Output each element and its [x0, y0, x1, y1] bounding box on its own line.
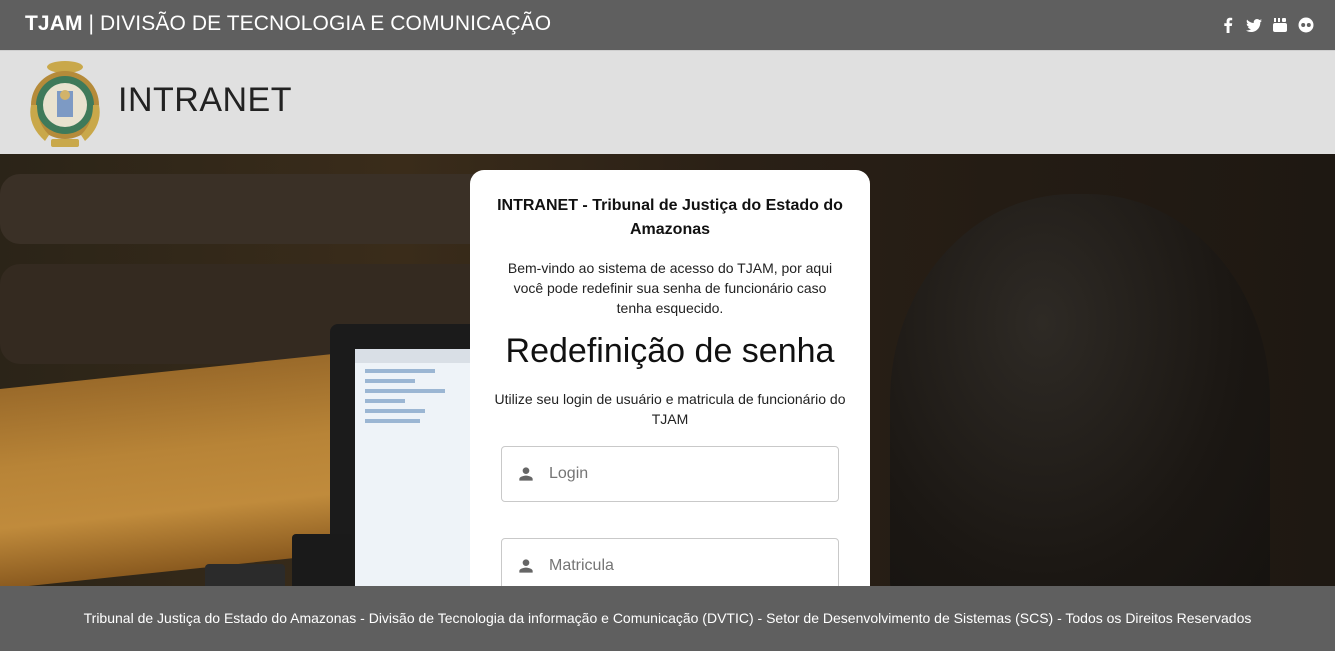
facebook-icon[interactable]: [1219, 16, 1237, 34]
footer-text: Tribunal de Justiça do Estado do Amazona…: [83, 610, 1252, 626]
footer: Tribunal de Justiça do Estado do Amazona…: [0, 586, 1335, 651]
photo-laptop-screen: [355, 349, 475, 586]
card-intro-text: Bem-vindo ao sistema de acesso do TJAM, …: [507, 260, 833, 316]
login-field[interactable]: [501, 446, 839, 502]
matricula-input[interactable]: [549, 557, 819, 575]
user-icon: [516, 464, 536, 484]
brand-acronym: TJAM: [25, 12, 83, 35]
top-bar: TJAM | DIVISÃO DE TECNOLOGIA E COMUNICAÇ…: [0, 0, 1335, 50]
form-heading: Redefinição de senha: [505, 332, 835, 370]
social-links: [1219, 16, 1315, 34]
card-title: INTRANET - Tribunal de Justiça do Estado…: [497, 197, 843, 238]
twitter-icon[interactable]: [1245, 16, 1263, 34]
header-band: INTRANET: [0, 50, 1335, 154]
reset-password-card: INTRANET - Tribunal de Justiça do Estado…: [470, 170, 870, 651]
photo-person: [890, 194, 1270, 586]
photo-device: [205, 564, 285, 586]
page-title: INTRANET: [118, 81, 292, 119]
brand-division: | DIVISÃO DE TECNOLOGIA E COMUNICAÇÃO: [82, 12, 552, 35]
tjam-seal-logo: [30, 61, 100, 147]
form-instructions: Utilize seu login de usuário e matricula…: [494, 391, 846, 427]
login-input[interactable]: [549, 465, 819, 483]
photo-phone: [292, 534, 352, 586]
division-brand: TJAM | DIVISÃO DE TECNOLOGIA E COMUNICAÇ…: [25, 12, 551, 36]
user-icon: [516, 556, 536, 576]
youtube-icon[interactable]: [1271, 16, 1289, 34]
flickr-icon[interactable]: [1297, 16, 1315, 34]
